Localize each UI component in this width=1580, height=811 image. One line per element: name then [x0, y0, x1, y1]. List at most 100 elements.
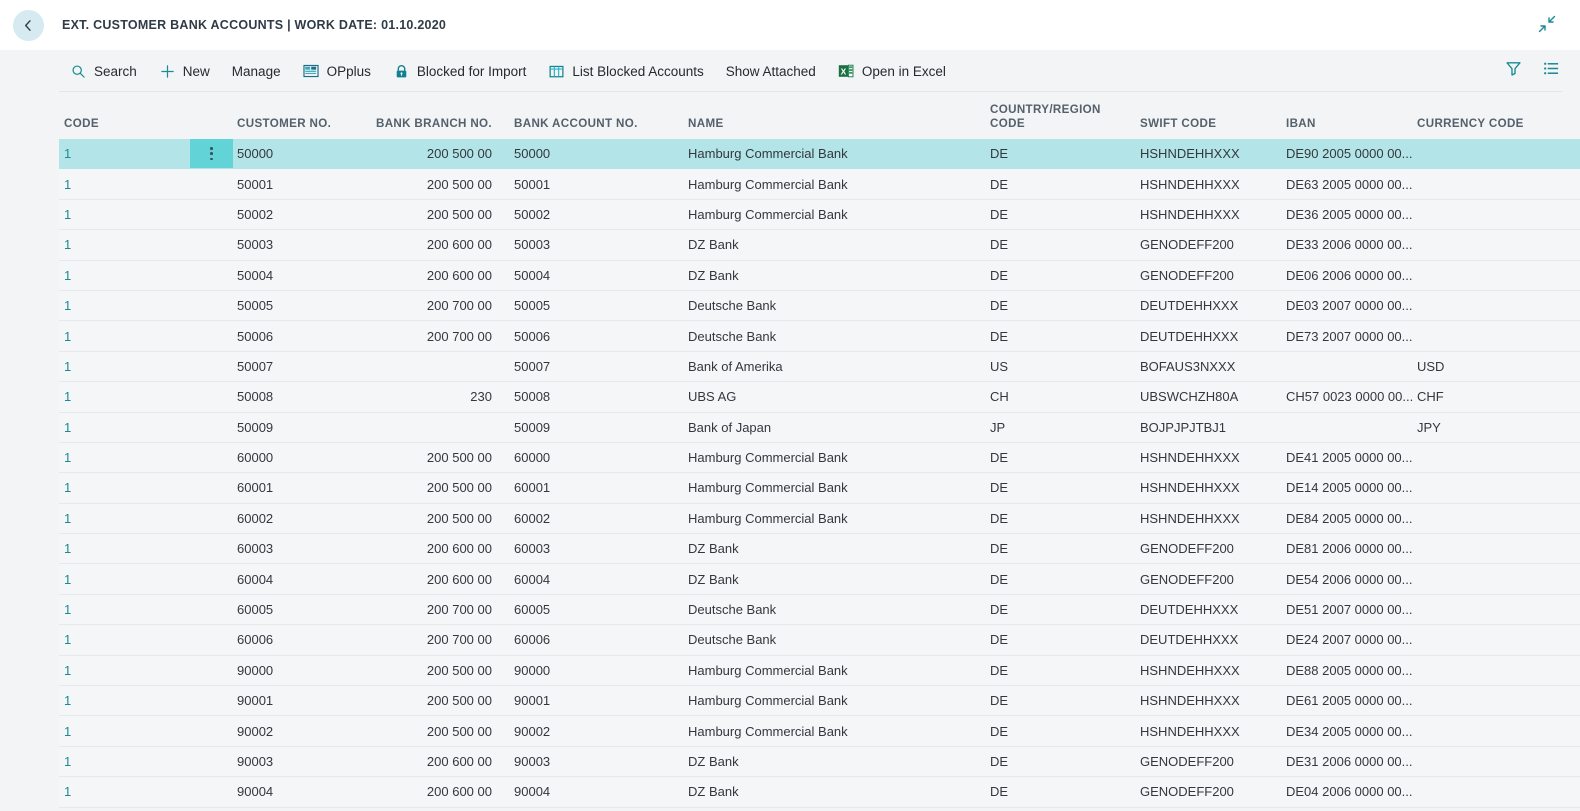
table-row[interactable]: 1 50003 200 600 00 50003 DZ Bank DE GENODEFF20… [59, 230, 1580, 261]
search-button[interactable]: Search [59, 50, 148, 92]
cell-country-region-code: DE [990, 632, 1009, 648]
column-header-bank-branch-no[interactable]: BANK BRANCH NO. [359, 117, 492, 131]
table-row[interactable]: 1 60001 200 500 00 60001 Hamburg Commercial … [59, 473, 1580, 504]
blocked-for-import-button[interactable]: Blocked for Import [382, 50, 538, 92]
show-attached-button[interactable]: Show Attached [715, 50, 827, 92]
table-row[interactable]: 1 60006 200 700 00 60006 Deutsche Bank DE DEUT… [59, 625, 1580, 656]
cell-code[interactable]: 1 [64, 352, 229, 381]
cell-code[interactable]: 1 [64, 413, 229, 442]
cell-bank-branch-no: 200 500 00 [426, 176, 492, 192]
row-actions-menu-button[interactable] [190, 139, 233, 169]
table-row[interactable]: 1 90003 200 600 00 90003 DZ Bank DE GENODEFF20… [59, 746, 1580, 778]
table-row[interactable]: 1 90004 200 600 00 90004 DZ Bank DE GENODEFF20… [59, 777, 1580, 808]
cell-code[interactable]: 1 [64, 564, 229, 593]
filter-icon [1505, 60, 1522, 82]
cell-iban: DE90 2005 0000 00... [1286, 146, 1413, 162]
cell-customer-no: 50005 [237, 298, 274, 314]
cell-bank-branch-no: 200 500 00 [426, 510, 492, 526]
cell-code[interactable]: 1 [64, 473, 229, 502]
back-arrow-icon [21, 18, 36, 33]
cell-name: Deutsche Bank [688, 632, 777, 648]
table-row[interactable]: 1 50001 200 500 00 50001 Hamburg Commercial … [59, 169, 1580, 200]
open-in-excel-button[interactable]: X Open in Excel [827, 50, 957, 92]
table-row[interactable]: 1 50009 50009 Bank of Japan JP BOJPJPJTBJ1 JPY [59, 412, 1580, 443]
cell-code[interactable]: 1 [64, 716, 229, 745]
cell-swift-code: GENODEFF200 [1140, 754, 1234, 769]
back-button[interactable] [13, 9, 44, 41]
column-header-bank-account-no[interactable]: BANK ACCOUNT NO. [514, 117, 674, 131]
cell-bank-branch-no: 200 700 00 [426, 602, 492, 618]
table-row[interactable]: 1 50008 230 50008 UBS AG CH UBSWCHZH80A CH57 00… [59, 382, 1580, 413]
column-header-customer-no[interactable]: CUSTOMER NO. [237, 117, 367, 131]
table-row[interactable]: 1 50000 200 500 00 50000 Hamburg Commercial … [59, 139, 1580, 170]
list-view-button[interactable] [1540, 60, 1562, 82]
table-row[interactable]: 1 50004 200 600 00 50004 DZ Bank DE GENODEFF20… [59, 260, 1580, 291]
cell-code[interactable]: 1 [64, 291, 229, 320]
opplus-button[interactable]: OPplus [292, 50, 382, 92]
cell-code[interactable]: 1 [64, 169, 229, 198]
cell-code[interactable]: 1 [64, 686, 229, 715]
column-header-code[interactable]: CODE [64, 117, 229, 131]
cell-code[interactable]: 1 [64, 747, 229, 776]
column-header-currency-code[interactable]: CURRENCY CODE [1417, 117, 1557, 131]
cell-country-region-code: DE [990, 176, 1009, 192]
cell-code[interactable]: 1 [64, 504, 229, 533]
table-row[interactable]: 1 50002 200 500 00 50002 Hamburg Commercial … [59, 199, 1580, 231]
cell-bank-branch-no: 200 600 00 [426, 571, 492, 587]
new-label: New [182, 63, 210, 79]
cell-swift-code: UBSWCHZH80A [1140, 389, 1239, 405]
cell-customer-no: 50009 [237, 419, 274, 435]
table-row[interactable]: 1 60000 200 500 00 60000 Hamburg Commercial … [59, 442, 1580, 474]
collapse-button[interactable] [1536, 15, 1558, 37]
column-header-swift-code[interactable]: SWIFT CODE [1140, 117, 1280, 131]
table-row[interactable]: 1 50005 200 700 00 50005 Deutsche Bank DE DEUT… [59, 290, 1580, 322]
cell-code[interactable]: 1 [64, 777, 229, 806]
cell-iban: DE51 2007 0000 00... [1286, 602, 1413, 618]
cell-currency-code [1417, 625, 1557, 654]
cell-code[interactable]: 1 [64, 230, 229, 259]
table-row[interactable]: 1 60003 200 600 00 60003 DZ Bank DE GENODEFF20… [59, 534, 1580, 565]
cell-code[interactable]: 1 [64, 656, 229, 685]
table-row[interactable]: 1 50007 50007 Bank of Amerika US BOFAUS3NXXX U… [59, 351, 1580, 383]
column-header-name[interactable]: NAME [688, 117, 978, 131]
cell-code[interactable]: 1 [64, 625, 229, 654]
table-row[interactable]: 1 90000 200 500 00 90000 Hamburg Commercial … [59, 655, 1580, 687]
column-header-iban[interactable]: IBAN [1286, 117, 1411, 131]
cell-country-region-code: DE [990, 723, 1009, 739]
manage-label: Manage [231, 63, 281, 79]
cell-customer-no: 60005 [237, 602, 274, 618]
cell-bank-account-no: 50006 [514, 328, 551, 344]
cell-code[interactable]: 1 [64, 382, 229, 411]
cell-country-region-code: DE [990, 662, 1009, 678]
table-row[interactable]: 1 60002 200 500 00 60002 Hamburg Commercial … [59, 503, 1580, 535]
new-button[interactable]: New [148, 50, 221, 92]
manage-button[interactable]: Manage [221, 50, 292, 92]
cell-code[interactable]: 1 [64, 261, 229, 290]
filter-button[interactable] [1502, 60, 1524, 82]
cell-country-region-code: DE [990, 480, 1009, 496]
table-row[interactable]: 1 60005 200 700 00 60005 Deutsche Bank DE DEUT… [59, 594, 1580, 626]
table-row[interactable]: 1 50006 200 700 00 50006 Deutsche Bank DE DEUT… [59, 321, 1580, 352]
column-header-country-region-code[interactable]: COUNTRY/REGION CODE [990, 103, 1130, 131]
cell-swift-code: HSHNDEHHXXX [1140, 723, 1240, 739]
cell-name: Hamburg Commercial Bank [688, 662, 848, 678]
cell-name: Hamburg Commercial Bank [688, 450, 848, 466]
cell-code[interactable]: 1 [64, 443, 229, 472]
cell-bank-branch-no: 200 500 00 [426, 480, 492, 496]
cell-currency-code [1417, 747, 1557, 776]
list-blocked-accounts-button[interactable]: List Blocked Accounts [537, 50, 714, 92]
cell-code[interactable]: 1 [64, 595, 229, 624]
cell-customer-no: 50006 [237, 328, 274, 344]
cell-swift-code: HSHNDEHHXXX [1140, 176, 1240, 192]
table-row[interactable]: 1 60004 200 600 00 60004 DZ Bank DE GENODEFF20… [59, 564, 1580, 595]
cell-code[interactable]: 1 [64, 321, 229, 350]
table-row[interactable]: 1 90002 200 500 00 90002 Hamburg Commercial … [59, 716, 1580, 747]
table-row[interactable]: 1 90001 200 500 00 90001 Hamburg Commercial … [59, 686, 1580, 717]
cell-code[interactable]: 1 [64, 200, 229, 229]
cell-code[interactable]: 1 [64, 534, 229, 563]
cell-customer-no: 50004 [237, 267, 274, 283]
cell-iban: DE54 2006 0000 00... [1286, 571, 1413, 587]
cell-bank-branch-no: 200 500 00 [426, 662, 492, 678]
cell-swift-code: GENODEFF200 [1140, 267, 1234, 283]
cell-country-region-code: CH [990, 389, 1009, 405]
